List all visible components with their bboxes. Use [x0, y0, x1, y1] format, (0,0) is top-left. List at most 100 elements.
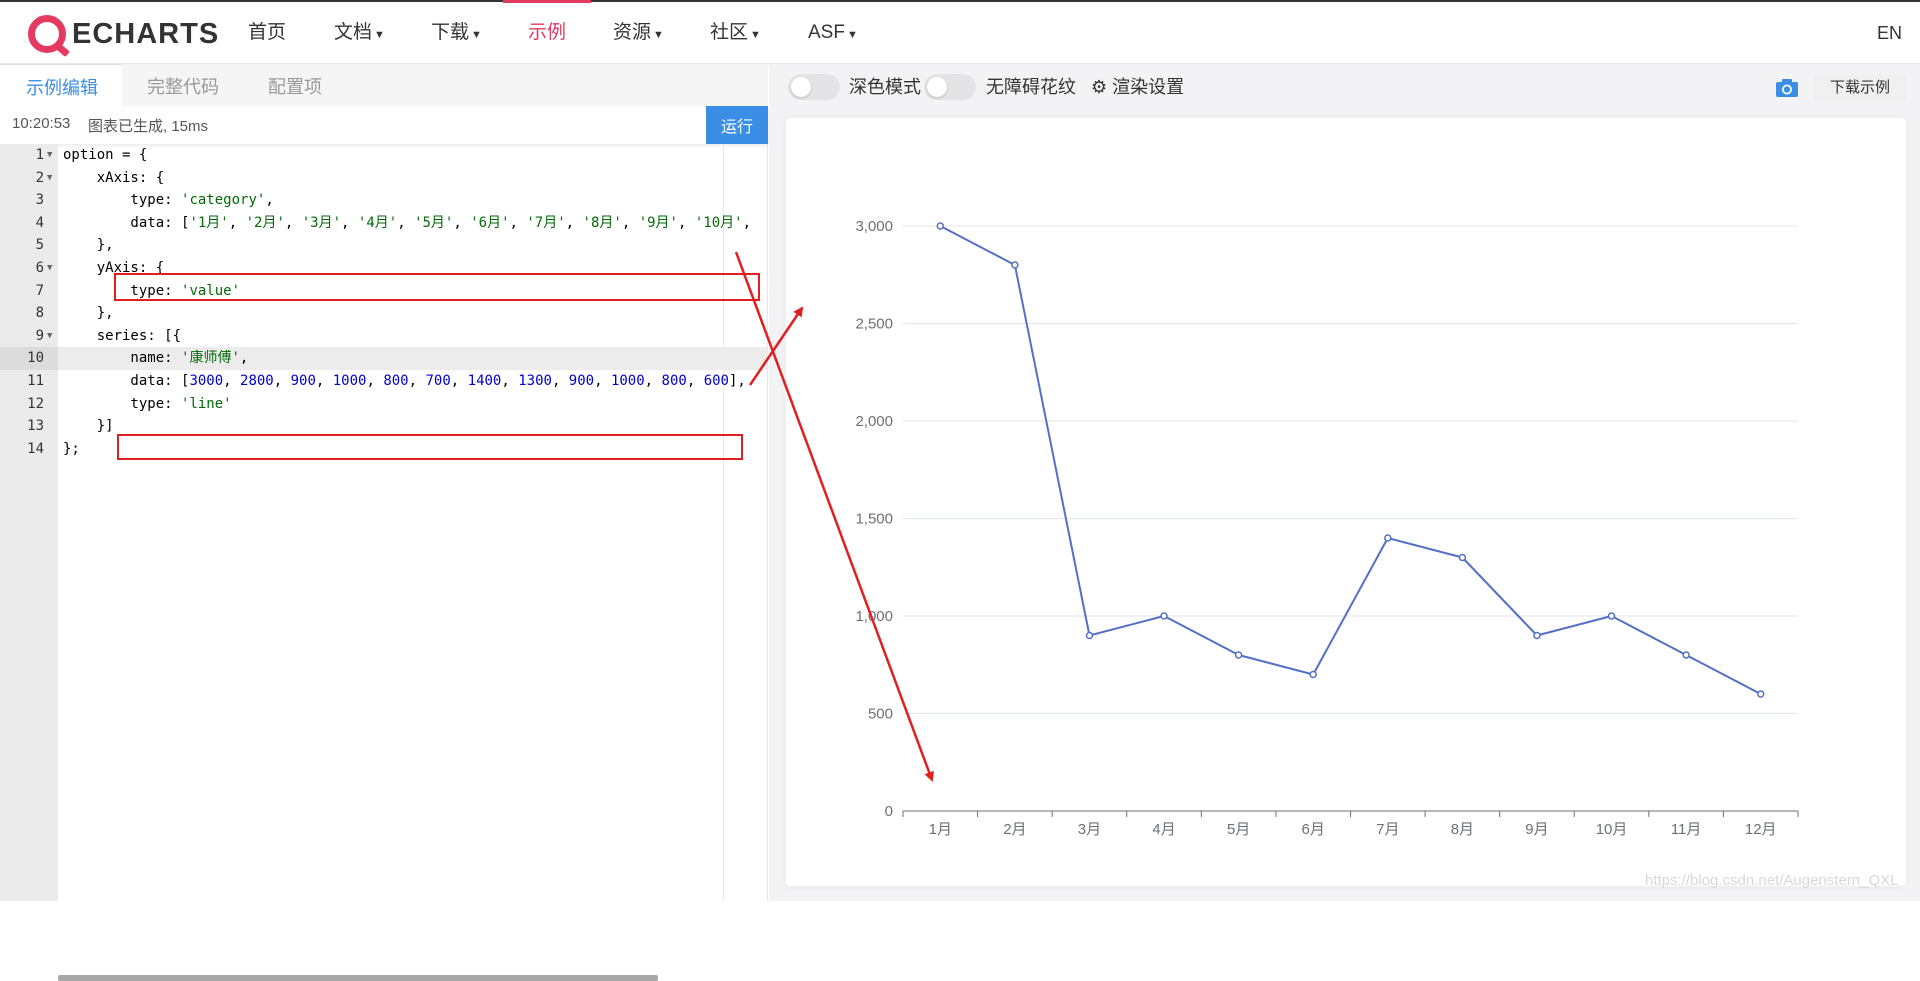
echarts-logo-icon	[28, 15, 66, 53]
code-editor[interactable]: 1 ▼ option = {2 ▼ xAxis: {3 type: 'category…	[0, 144, 768, 981]
data-point	[1384, 534, 1392, 542]
dark-mode-toggle[interactable]	[788, 74, 840, 100]
language-switch[interactable]: EN	[1877, 2, 1902, 64]
x-tick-label: 6月	[1302, 821, 1325, 838]
data-point	[1234, 651, 1243, 659]
editor-tabs: 示例编辑 完整代码 配置项	[0, 64, 768, 106]
data-point	[1160, 612, 1168, 620]
nav-docs[interactable]: 文档 ▼	[334, 2, 385, 64]
line-number: 5	[35, 237, 44, 254]
line-number: 12	[27, 395, 44, 412]
x-tick-label: 8月	[1451, 821, 1474, 838]
nav-community-label: 社区	[710, 22, 749, 43]
code-text: xAxis: {	[63, 169, 165, 186]
y-tick-label: 0	[885, 803, 893, 820]
x-tick-label: 9月	[1525, 821, 1548, 838]
line-number: 4	[35, 214, 44, 231]
echarts-logo[interactable]: ECHARTS	[28, 14, 219, 54]
data-point	[1011, 261, 1019, 269]
code-line[interactable]: 5 },	[0, 234, 768, 257]
code-line[interactable]: 4 data: ['1月', '2月', '3月', '4月', '5月', '…	[0, 212, 768, 235]
code-line[interactable]: 10 name: '康师傅',	[0, 347, 768, 370]
tab-edit-example[interactable]: 示例编辑	[0, 64, 122, 106]
y-tick-label: 3,000	[855, 218, 893, 235]
y-tick-label: 1,000	[855, 608, 893, 625]
y-tick-label: 500	[868, 706, 893, 723]
line-number: 14	[27, 440, 44, 457]
line-number: 8	[35, 305, 44, 322]
fold-arrow-icon[interactable]: ▼	[47, 257, 52, 280]
nav-resources[interactable]: 资源 ▼	[613, 2, 664, 64]
code-text: },	[63, 237, 114, 254]
status-time: 10:20:53	[12, 115, 71, 132]
code-line[interactable]: 8 },	[0, 302, 768, 325]
nav-asf-label: ASF	[808, 22, 845, 43]
code-text: data: [3000, 2800, 900, 1000, 800, 700, …	[63, 373, 746, 389]
render-settings-button[interactable]: ⚙ 渲染设置	[1091, 74, 1184, 100]
chart-container: 0 500 1,000 1,500 2,000 2,500 3,000 1月 2月 3月 4月 5月 6…	[786, 118, 1906, 886]
code-text: series: [{	[63, 327, 182, 344]
x-tick-label: 12月	[1745, 821, 1777, 838]
x-tick-label: 3月	[1078, 821, 1101, 838]
watermark: https://blog.csdn.net/Augenstern_QXL	[1645, 872, 1899, 889]
x-tick-label: 5月	[1227, 821, 1250, 838]
download-example-button[interactable]: 下载示例	[1813, 74, 1907, 102]
y-tick-label: 2,500	[855, 316, 893, 333]
nav-download[interactable]: 下载 ▼	[431, 2, 482, 64]
code-text: }]	[63, 418, 114, 435]
camera-icon[interactable]	[1775, 78, 1799, 98]
caret-down-icon: ▼	[374, 29, 385, 41]
line-number: 3	[35, 192, 44, 209]
tab-options[interactable]: 配置项	[268, 64, 322, 106]
nav-home-label: 首页	[248, 22, 287, 43]
code-text: name: '康师傅',	[63, 350, 249, 367]
code-text: type: 'category',	[63, 192, 274, 209]
fold-arrow-icon[interactable]: ▼	[47, 325, 52, 348]
nav-community[interactable]: 社区 ▼	[710, 2, 761, 64]
x-tick-label: 10月	[1596, 821, 1628, 838]
highlight-box-xaxis-data	[114, 273, 760, 301]
series-line	[939, 225, 1762, 695]
nav-asf[interactable]: ASF ▼	[808, 2, 858, 64]
nav-home[interactable]: 首页	[248, 2, 286, 64]
code-text: data: ['1月', '2月', '3月', '4月', '5月', '6月…	[63, 214, 751, 231]
data-point	[1458, 553, 1467, 562]
run-button[interactable]: 运行	[706, 106, 768, 144]
code-line[interactable]: 12 type: 'line'	[0, 393, 768, 416]
code-line[interactable]: 11 data: [3000, 2800, 900, 1000, 800, 70…	[0, 370, 768, 393]
y-tick-label: 2,000	[855, 413, 893, 430]
code-line[interactable]: 1 ▼ option = {	[0, 144, 768, 167]
highlight-box-series-data	[117, 434, 743, 460]
preview-panel: 深色模式 无障碍花纹 ⚙ 渲染设置 下载示例 0 500 1,000 1,500 2,0…	[769, 64, 1920, 901]
line-chart[interactable]: 0 500 1,000 1,500 2,000 2,500 3,000 1月 2月 3月 4月 5月 6…	[786, 118, 1906, 886]
nav-download-label: 下载	[431, 22, 470, 43]
data-point	[1607, 612, 1616, 620]
x-tick-label: 11月	[1671, 821, 1702, 838]
x-tick-label: 4月	[1152, 821, 1175, 838]
fold-arrow-icon[interactable]: ▼	[47, 167, 52, 190]
nav-examples[interactable]: 示例	[502, 0, 592, 64]
code-text: type: 'line'	[63, 395, 232, 412]
decal-toggle[interactable]	[924, 74, 976, 100]
horizontal-scrollbar[interactable]	[58, 975, 658, 981]
data-point	[1309, 670, 1317, 679]
dark-mode-label: 深色模式	[849, 77, 921, 97]
caret-down-icon: ▼	[750, 29, 761, 41]
render-settings-label: 渲染设置	[1112, 77, 1185, 97]
nav-examples-label: 示例	[528, 22, 567, 43]
tab-full-code[interactable]: 完整代码	[147, 64, 219, 106]
code-line[interactable]: 3 type: 'category',	[0, 189, 768, 212]
code-text: option = {	[63, 147, 148, 163]
code-line[interactable]: 2 ▼ xAxis: {	[0, 167, 768, 190]
caret-down-icon: ▼	[846, 29, 858, 41]
line-number: 10	[0, 347, 58, 370]
top-navbar: ECHARTS 首页 文档 ▼ 下载 ▼ 示例 资源 ▼ 社区 ▼ ASF ▼ EN	[0, 0, 1920, 64]
fold-arrow-icon[interactable]: ▼	[47, 144, 52, 167]
nav-resources-label: 资源	[613, 22, 652, 43]
code-line[interactable]: 9 ▼ series: [{	[0, 325, 768, 348]
data-point	[1756, 690, 1765, 698]
editor-panel: 示例编辑 完整代码 配置项 10:20:53 图表已生成, 15ms 运行 1 ▼…	[0, 64, 768, 981]
caret-down-icon: ▼	[471, 29, 482, 41]
editor-status-bar: 10:20:53 图表已生成, 15ms 运行	[0, 106, 768, 144]
nav-docs-label: 文档	[334, 22, 373, 43]
